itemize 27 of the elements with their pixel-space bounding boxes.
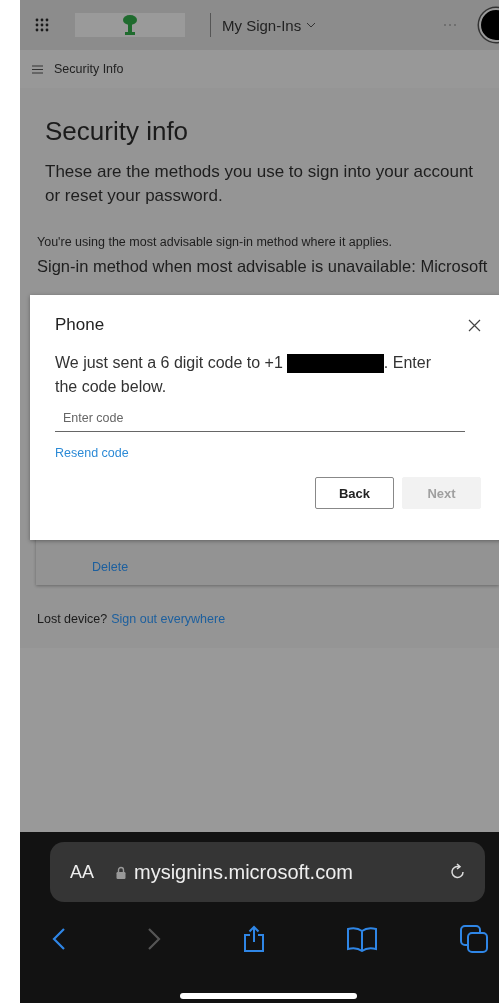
text-size-button[interactable]: AA xyxy=(70,861,94,883)
fallback-method-text: Sign-in method when most advisable is unavailable: Microsoft xyxy=(37,256,489,277)
dialog-message: the code below. xyxy=(55,377,167,397)
advisable-note: You're using the most advisable sign-in method where it applies. xyxy=(37,235,393,250)
page-title: Security info xyxy=(45,116,190,146)
tree-icon xyxy=(122,14,138,36)
back-button[interactable]: Back xyxy=(315,477,394,509)
nav-title: Security Info xyxy=(54,62,124,76)
dialog-message: We just sent a 6 digit code to +1 xyxy=(55,353,283,373)
forward-icon[interactable] xyxy=(147,927,162,951)
lost-device-label: Lost device? xyxy=(37,612,108,626)
resend-code-link[interactable]: Resend code xyxy=(55,446,129,460)
book-icon[interactable] xyxy=(345,926,378,952)
page-description: These are the methods you use to sign into your account or reset your password. xyxy=(45,161,475,207)
chevron-down-icon[interactable] xyxy=(306,22,317,28)
share-icon[interactable] xyxy=(242,925,265,953)
menu-icon[interactable] xyxy=(32,64,43,74)
app-title[interactable]: My Sign-Ins xyxy=(222,16,302,34)
tabs-icon[interactable] xyxy=(459,924,489,954)
close-icon[interactable] xyxy=(468,318,481,332)
address-bar[interactable]: AA mysignins.microsoft.com xyxy=(50,842,485,902)
dialog-message: . Enter xyxy=(383,353,431,373)
dialog-title: Phone xyxy=(55,315,105,335)
lock-icon xyxy=(116,865,126,879)
back-icon[interactable] xyxy=(52,927,66,951)
app-launcher-icon[interactable] xyxy=(35,18,49,32)
url-text: mysignins.microsoft.com xyxy=(134,860,353,884)
